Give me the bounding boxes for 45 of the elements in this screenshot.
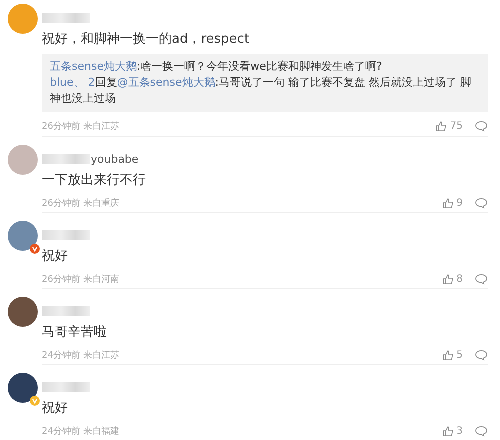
- comment-location: 来自江苏: [83, 350, 120, 362]
- thumbs-up-icon: [442, 426, 454, 437]
- comment-time: 24分钟前: [42, 426, 80, 438]
- blurred-username: [42, 154, 90, 164]
- comment-text: 祝好: [42, 400, 69, 417]
- reply-author-link[interactable]: 五条sense炖大鹅: [50, 60, 137, 73]
- comment-icon[interactable]: [475, 350, 488, 361]
- comment-location: 来自福建: [83, 426, 120, 438]
- comment-time: 24分钟前: [42, 350, 80, 362]
- comment-text: 祝好: [42, 248, 69, 265]
- comment-icon[interactable]: [475, 198, 488, 209]
- reply-author-link[interactable]: blue、 2: [50, 76, 96, 89]
- comment-time: 26分钟前: [42, 274, 80, 286]
- avatar[interactable]: [8, 297, 38, 327]
- blurred-username: [42, 306, 90, 316]
- thumbs-up-icon: [436, 121, 448, 132]
- blurred-username: [42, 230, 90, 240]
- like-button[interactable]: 8: [442, 274, 463, 285]
- verified-badge-icon: [30, 244, 40, 254]
- blurred-username: [42, 13, 90, 23]
- thumbs-up-icon: [442, 274, 454, 285]
- blurred-username: [42, 382, 90, 392]
- username[interactable]: youbabe: [91, 152, 139, 166]
- comment-icon[interactable]: [475, 426, 488, 437]
- like-button[interactable]: 9: [442, 198, 463, 209]
- mention-link[interactable]: @五条sense炖大鹅: [117, 76, 216, 89]
- like-button[interactable]: 3: [442, 426, 463, 437]
- comment-time: 26分钟前: [42, 198, 80, 210]
- comment-text: 祝好，和脚神一换一的ad，respect: [42, 31, 251, 48]
- comment-time: 26分钟前: [42, 120, 80, 133]
- avatar[interactable]: [8, 373, 38, 403]
- thumbs-up-icon: [442, 198, 454, 209]
- comment-location: 来自江苏: [83, 120, 120, 133]
- comment-text: 马哥辛苦啦: [42, 324, 108, 341]
- comment-location: 来自河南: [83, 274, 120, 286]
- comment-icon[interactable]: [475, 121, 488, 132]
- reply-text: blue、 2回复@五条sense炖大鹅:马哥说了一句 输了比赛不复盘 然后就没上过场了 脚神也没上过场: [50, 75, 472, 107]
- comment-text: 一下放出来行不行: [42, 172, 147, 189]
- thumbs-up-icon: [442, 350, 454, 361]
- verified-badge-icon: [30, 396, 40, 406]
- comment-icon[interactable]: [475, 274, 488, 285]
- like-button[interactable]: 5: [442, 350, 463, 361]
- reply-text: 五条sense炖大鹅:啥一换一啊？今年没看we比赛和脚神发生啥了啊?: [50, 59, 384, 75]
- comment-location: 来自重庆: [83, 198, 120, 210]
- like-button[interactable]: 75: [436, 121, 463, 132]
